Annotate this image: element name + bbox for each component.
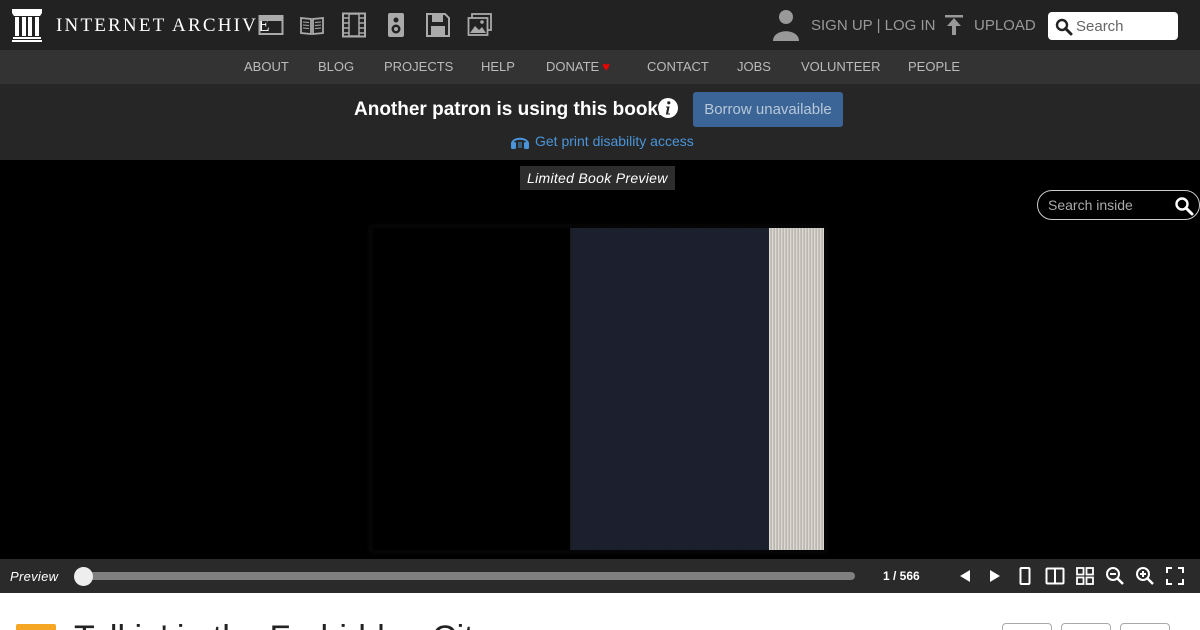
search-inside-input[interactable] <box>1048 191 1168 219</box>
zoom-in-icon[interactable] <box>1135 566 1155 586</box>
book-page-edges <box>769 228 824 550</box>
user-icon[interactable] <box>771 8 801 42</box>
next-page-icon[interactable] <box>985 566 1005 586</box>
software-icon[interactable] <box>425 12 451 38</box>
item-details-section: Talkin' in the Forbidden City <box>0 593 1200 630</box>
borrow-bar: Another patron is using this book. Borro… <box>0 84 1200 160</box>
page-slider-handle[interactable] <box>74 567 93 586</box>
nav-donate[interactable]: DONATE ♥ <box>546 59 610 74</box>
search-icon[interactable] <box>1055 18 1073 36</box>
texts-icon <box>16 624 56 630</box>
nav-projects[interactable]: PROJECTS <box>384 59 453 74</box>
brand-name[interactable]: INTERNET ARCHIVE <box>56 15 272 37</box>
header-search[interactable] <box>1048 12 1178 40</box>
reader-control-bar: Preview 1 / 566 <box>0 559 1200 593</box>
nav-people[interactable]: PEOPLE <box>908 59 960 74</box>
upload-icon[interactable] <box>942 13 966 37</box>
audio-icon[interactable] <box>383 12 409 38</box>
search-inside-box[interactable] <box>1037 190 1200 220</box>
flag-button[interactable] <box>1120 623 1170 630</box>
share-button[interactable] <box>1061 623 1111 630</box>
nav-jobs[interactable]: JOBS <box>737 59 771 74</box>
borrow-status-message: Another patron is using this book. <box>354 99 664 120</box>
print-disability-access-label: Get print disability access <box>535 133 694 149</box>
nav-donate-label: DONATE <box>546 59 600 74</box>
headphones-icon <box>511 137 529 149</box>
upload-link[interactable]: UPLOAD <box>974 17 1036 34</box>
book-left-page <box>373 228 570 550</box>
favorite-button[interactable] <box>1002 623 1052 630</box>
archive-logo-icon[interactable] <box>12 9 42 42</box>
header-search-input[interactable] <box>1076 12 1174 40</box>
fullscreen-icon[interactable] <box>1165 566 1185 586</box>
one-page-view-icon[interactable] <box>1015 566 1035 586</box>
nav-help[interactable]: HELP <box>481 59 515 74</box>
video-icon[interactable] <box>341 12 367 38</box>
page-indicator: 1 / 566 <box>883 569 920 583</box>
limited-preview-badge: Limited Book Preview <box>520 166 675 190</box>
nav-about[interactable]: ABOUT <box>244 59 289 74</box>
two-page-view-icon[interactable] <box>1045 566 1065 586</box>
nav-blog[interactable]: BLOG <box>318 59 354 74</box>
previous-page-icon[interactable] <box>955 566 975 586</box>
thumbnail-view-icon[interactable] <box>1075 566 1095 586</box>
heart-icon: ♥ <box>602 59 610 74</box>
item-title: Talkin' in the Forbidden City <box>74 619 491 630</box>
web-icon[interactable] <box>258 12 284 38</box>
borrow-unavailable-button[interactable]: Borrow unavailable <box>693 92 843 127</box>
top-bar: INTERNET ARCHIVE SIGN UP | LOG IN UPLOAD <box>0 0 1200 50</box>
texts-icon[interactable] <box>299 12 325 38</box>
book-reader[interactable]: Limited Book Preview <box>0 160 1200 559</box>
zoom-out-icon[interactable] <box>1105 566 1125 586</box>
search-icon[interactable] <box>1174 196 1194 216</box>
nav-contact[interactable]: CONTACT <box>647 59 709 74</box>
print-disability-access-link[interactable]: Get print disability access <box>510 133 694 149</box>
book-page-spread[interactable] <box>370 226 826 552</box>
signup-login-link[interactable]: SIGN UP | LOG IN <box>811 17 935 34</box>
secondary-nav: ABOUT BLOG PROJECTS HELP DONATE ♥ CONTACT… <box>0 50 1200 84</box>
page-slider-track[interactable] <box>80 572 855 580</box>
nav-volunteer[interactable]: VOLUNTEER <box>801 59 880 74</box>
images-icon[interactable] <box>467 12 493 38</box>
preview-label: Preview <box>10 569 59 584</box>
info-icon[interactable] <box>657 97 679 119</box>
book-cover <box>573 228 769 550</box>
